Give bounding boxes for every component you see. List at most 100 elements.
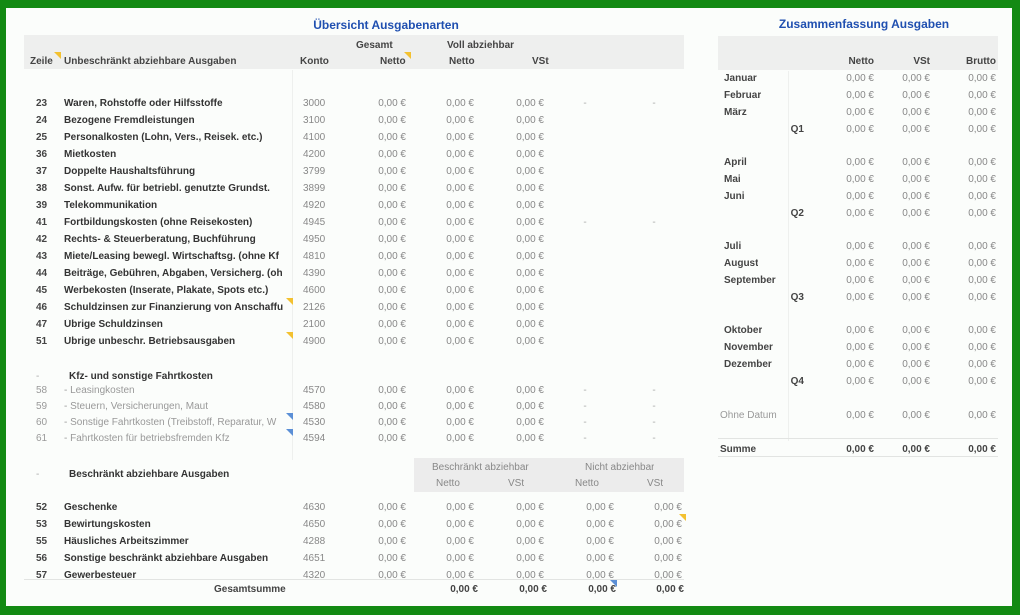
month-vst[interactable]: 0,00 € (878, 107, 930, 118)
row-konto[interactable]: 4100 (303, 132, 325, 143)
month-netto[interactable]: 0,00 € (818, 359, 874, 370)
month-vst[interactable]: 0,00 € (878, 157, 930, 168)
quarter-brutto[interactable]: 0,00 € (944, 124, 996, 135)
ohne-datum-brutto[interactable]: 0,00 € (944, 410, 996, 421)
row-voll-vst[interactable]: 0,00 € (490, 285, 544, 296)
row-gesamt-netto[interactable]: 0,00 € (352, 319, 406, 330)
month-netto[interactable]: 0,00 € (818, 107, 874, 118)
row-voll-netto[interactable]: 0,00 € (420, 336, 474, 347)
month-vst[interactable]: 0,00 € (878, 191, 930, 202)
month-brutto[interactable]: 0,00 € (944, 342, 996, 353)
row-voll-vst[interactable]: 0,00 € (490, 166, 544, 177)
month-brutto[interactable]: 0,00 € (944, 157, 996, 168)
comment-marker-icon[interactable] (679, 514, 686, 521)
row-gesamt-netto[interactable]: 0,00 € (352, 217, 406, 228)
row-konto[interactable]: 4810 (303, 251, 325, 262)
row-voll-vst[interactable]: 0,00 € (490, 132, 544, 143)
kfz-collapse-marker[interactable]: - (36, 371, 39, 382)
row-n-vst[interactable]: 0,00 € (628, 519, 682, 530)
summe-netto[interactable]: 0,00 € (818, 444, 874, 455)
row-voll-vst[interactable]: 0,00 € (490, 200, 544, 211)
comment-marker-icon[interactable] (54, 52, 61, 59)
row-voll-vst[interactable]: 0,00 € (490, 217, 544, 228)
row-voll-vst[interactable]: 0,00 € (490, 319, 544, 330)
row-gesamt-netto[interactable]: 0,00 € (352, 132, 406, 143)
summe-vst[interactable]: 0,00 € (878, 444, 930, 455)
row-voll-vst[interactable]: 0,00 € (490, 385, 544, 396)
month-brutto[interactable]: 0,00 € (944, 191, 996, 202)
row-voll-vst[interactable]: 0,00 € (490, 149, 544, 160)
row-n-netto[interactable]: 0,00 € (560, 519, 614, 530)
gesamtsumme-b-vst[interactable]: 0,00 € (493, 584, 547, 595)
month-netto[interactable]: 0,00 € (818, 73, 874, 84)
month-brutto[interactable]: 0,00 € (944, 325, 996, 336)
row-gesamt-netto[interactable]: 0,00 € (352, 234, 406, 245)
month-brutto[interactable]: 0,00 € (944, 107, 996, 118)
month-vst[interactable]: 0,00 € (878, 342, 930, 353)
row-gesamt-netto[interactable]: 0,00 € (352, 502, 406, 513)
row-voll-netto[interactable]: 0,00 € (420, 98, 474, 109)
row-voll-vst[interactable]: 0,00 € (490, 183, 544, 194)
row-b-vst[interactable]: 0,00 € (490, 536, 544, 547)
month-brutto[interactable]: 0,00 € (944, 359, 996, 370)
row-konto[interactable]: 4650 (303, 519, 325, 530)
row-voll-vst[interactable]: 0,00 € (490, 336, 544, 347)
row-voll-netto[interactable]: 0,00 € (420, 251, 474, 262)
comment-marker-icon[interactable] (610, 580, 617, 587)
month-netto[interactable]: 0,00 € (818, 90, 874, 101)
row-voll-netto[interactable]: 0,00 € (420, 217, 474, 228)
row-n-vst[interactable]: 0,00 € (628, 553, 682, 564)
month-vst[interactable]: 0,00 € (878, 325, 930, 336)
row-gesamt-netto[interactable]: 0,00 € (352, 149, 406, 160)
row-konto[interactable]: 4920 (303, 200, 325, 211)
month-brutto[interactable]: 0,00 € (944, 275, 996, 286)
row-konto[interactable]: 4570 (303, 385, 325, 396)
row-voll-netto[interactable]: 0,00 € (420, 115, 474, 126)
row-gesamt-netto[interactable]: 0,00 € (352, 115, 406, 126)
row-gesamt-netto[interactable]: 0,00 € (352, 336, 406, 347)
month-netto[interactable]: 0,00 € (818, 191, 874, 202)
month-brutto[interactable]: 0,00 € (944, 73, 996, 84)
month-vst[interactable]: 0,00 € (878, 275, 930, 286)
row-gesamt-netto[interactable]: 0,00 € (352, 401, 406, 412)
summe-brutto[interactable]: 0,00 € (944, 444, 996, 455)
month-brutto[interactable]: 0,00 € (944, 174, 996, 185)
row-n-netto[interactable]: 0,00 € (560, 502, 614, 513)
month-vst[interactable]: 0,00 € (878, 90, 930, 101)
row-voll-netto[interactable]: 0,00 € (420, 166, 474, 177)
row-voll-netto[interactable]: 0,00 € (420, 132, 474, 143)
month-netto[interactable]: 0,00 € (818, 157, 874, 168)
quarter-vst[interactable]: 0,00 € (878, 292, 930, 303)
row-voll-vst[interactable]: 0,00 € (490, 251, 544, 262)
month-netto[interactable]: 0,00 € (818, 241, 874, 252)
row-gesamt-netto[interactable]: 0,00 € (352, 385, 406, 396)
comment-marker-icon[interactable] (404, 52, 411, 59)
row-voll-netto[interactable]: 0,00 € (420, 234, 474, 245)
month-netto[interactable]: 0,00 € (818, 258, 874, 269)
row-konto[interactable]: 4630 (303, 502, 325, 513)
row-voll-netto[interactable]: 0,00 € (420, 183, 474, 194)
month-vst[interactable]: 0,00 € (878, 241, 930, 252)
row-konto[interactable]: 3000 (303, 98, 325, 109)
row-b-vst[interactable]: 0,00 € (490, 502, 544, 513)
month-vst[interactable]: 0,00 € (878, 174, 930, 185)
row-n-netto[interactable]: 0,00 € (560, 536, 614, 547)
quarter-netto[interactable]: 0,00 € (818, 208, 874, 219)
row-gesamt-netto[interactable]: 0,00 € (352, 433, 406, 444)
month-netto[interactable]: 0,00 € (818, 325, 874, 336)
row-n-vst[interactable]: 0,00 € (628, 502, 682, 513)
row-konto[interactable]: 3799 (303, 166, 325, 177)
row-konto[interactable]: 4594 (303, 433, 325, 444)
row-gesamt-netto[interactable]: 0,00 € (352, 553, 406, 564)
row-gesamt-netto[interactable]: 0,00 € (352, 98, 406, 109)
row-gesamt-netto[interactable]: 0,00 € (352, 200, 406, 211)
row-konto[interactable]: 4900 (303, 336, 325, 347)
row-voll-netto[interactable]: 0,00 € (420, 319, 474, 330)
quarter-vst[interactable]: 0,00 € (878, 208, 930, 219)
row-konto[interactable]: 3100 (303, 115, 325, 126)
row-voll-netto[interactable]: 0,00 € (420, 401, 474, 412)
row-voll-netto[interactable]: 0,00 € (420, 268, 474, 279)
quarter-vst[interactable]: 0,00 € (878, 124, 930, 135)
comment-marker-icon[interactable] (286, 429, 293, 436)
row-voll-vst[interactable]: 0,00 € (490, 302, 544, 313)
